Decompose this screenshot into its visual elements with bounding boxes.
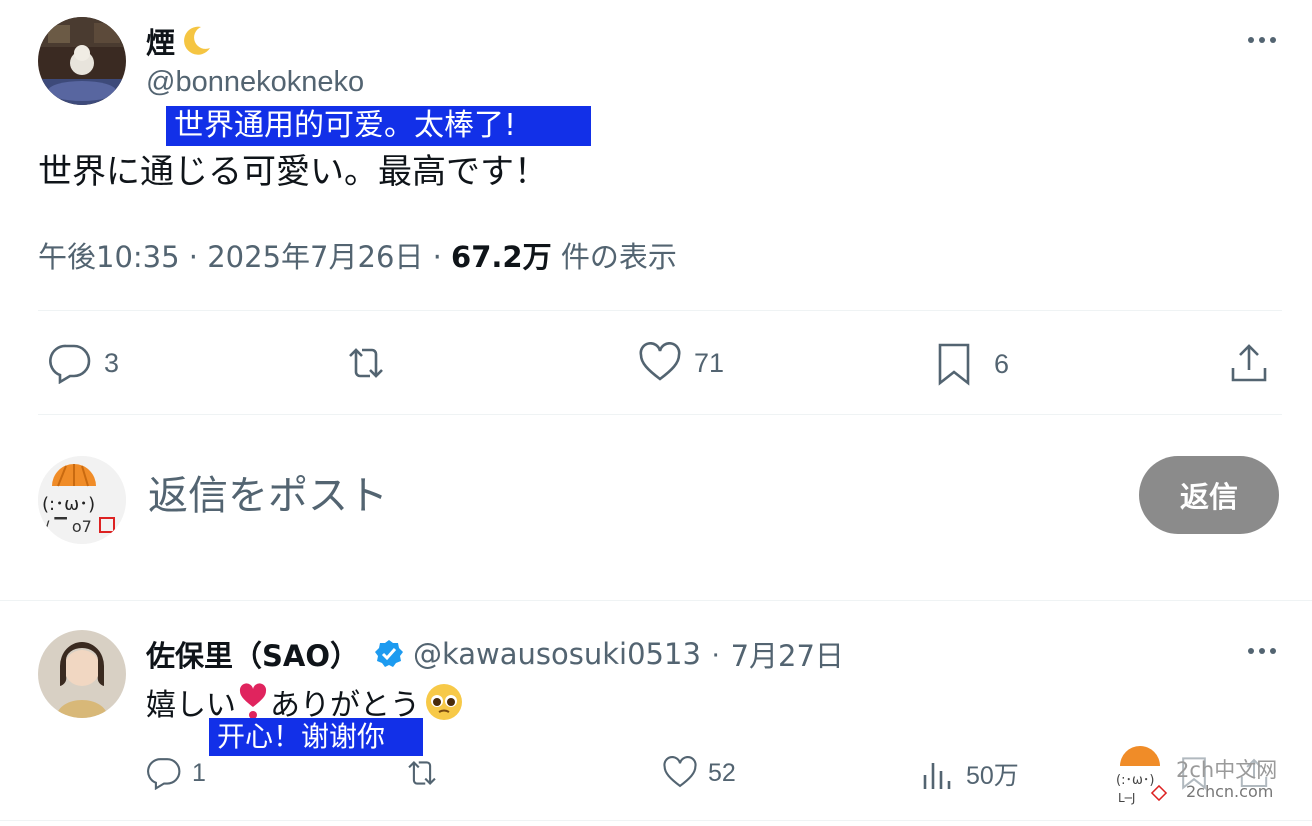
reply-action[interactable]: 3 (48, 342, 119, 384)
verified-badge-icon (373, 638, 405, 670)
svg-text:(:･ω･): (:･ω･) (1116, 773, 1154, 788)
retweet-action[interactable] (402, 756, 442, 790)
heart-icon (663, 756, 697, 788)
reply-action[interactable]: 1 (146, 756, 206, 790)
bookmark-action[interactable]: 6 (936, 342, 1009, 386)
share-icon (1231, 344, 1267, 382)
like-action[interactable]: 52 (662, 756, 736, 790)
reply-date[interactable]: 7月27日 (731, 633, 844, 675)
retweet-icon (408, 760, 436, 786)
reply-author-name[interactable]: 佐保里（SAO） (146, 633, 359, 675)
views-count: 67.2万 (451, 240, 552, 274)
author-display-name[interactable]: 煙 (146, 20, 175, 62)
tweet-time[interactable]: 午後10:35 (38, 240, 180, 274)
views-count: 50万 (966, 762, 1019, 790)
reply-icon (49, 344, 91, 384)
watermark-title: 2ch中文网 (1176, 758, 1278, 782)
more-options-icon[interactable] (1248, 648, 1276, 654)
watermark-url: 2chcn.com (1186, 782, 1274, 801)
reply-count: 1 (192, 758, 206, 787)
tweet-text: 世界に通じる可愛い。最高です！ (38, 152, 548, 192)
author-name-row: 煙 (146, 20, 213, 62)
svg-text:(:･ω･): (:･ω･) (42, 494, 95, 515)
watermark-logo: (:･ω･) L─J 2ch中文网 2chcn.com (1114, 744, 1284, 806)
divider (38, 414, 1282, 415)
meta-separator: · (710, 637, 721, 670)
meta-separator: · (432, 240, 442, 274)
bookmark-icon (938, 343, 970, 386)
svg-text:L─J: L─J (1118, 791, 1135, 805)
more-options-icon[interactable] (1248, 37, 1276, 43)
reply-count: 3 (104, 347, 120, 378)
divider (0, 820, 1312, 821)
translation-subtitle: 世界通用的可爱。太棒了! (166, 106, 591, 146)
divider (0, 600, 1312, 601)
bookmark-count: 6 (994, 348, 1010, 379)
tweet-meta: 午後10:35 · 2025年7月26日 · 67.2万 件の表示 (38, 234, 677, 276)
heart-exclamation-icon (238, 683, 268, 721)
like-action[interactable]: 71 (638, 342, 724, 384)
author-avatar[interactable] (38, 17, 126, 105)
reply-author-handle[interactable]: @kawausosuki0513 (413, 637, 701, 671)
retweet-icon (349, 348, 383, 378)
views-action[interactable]: 50万 (920, 756, 1019, 792)
moon-icon (179, 24, 213, 58)
reply-input[interactable] (148, 466, 1048, 526)
my-avatar[interactable]: (:･ω･) / ▔ o7 (38, 456, 126, 544)
reply-header-row: 佐保里（SAO） @kawausosuki0513 · 7月27日 (146, 633, 844, 675)
pleading-face-icon (424, 682, 464, 722)
analytics-icon (923, 763, 951, 789)
views-label: 件の表示 (560, 240, 677, 274)
divider (38, 310, 1282, 311)
heart-icon (639, 342, 681, 381)
author-handle[interactable]: @bonnekokneko (146, 66, 364, 99)
share-action[interactable] (1228, 342, 1270, 384)
like-count: 52 (708, 758, 736, 787)
tweet-date[interactable]: 2025年7月26日 (207, 240, 423, 274)
reply-icon (147, 758, 181, 790)
like-count: 71 (694, 347, 725, 378)
retweet-action[interactable] (342, 342, 390, 384)
translation-subtitle: 开心！谢谢你 (209, 718, 423, 756)
svg-text:/ ▔ o7: / ▔ o7 (44, 516, 92, 536)
reply-button[interactable]: 返信 (1139, 456, 1279, 534)
meta-separator: · (188, 240, 199, 274)
reply-author-avatar[interactable] (38, 630, 126, 718)
